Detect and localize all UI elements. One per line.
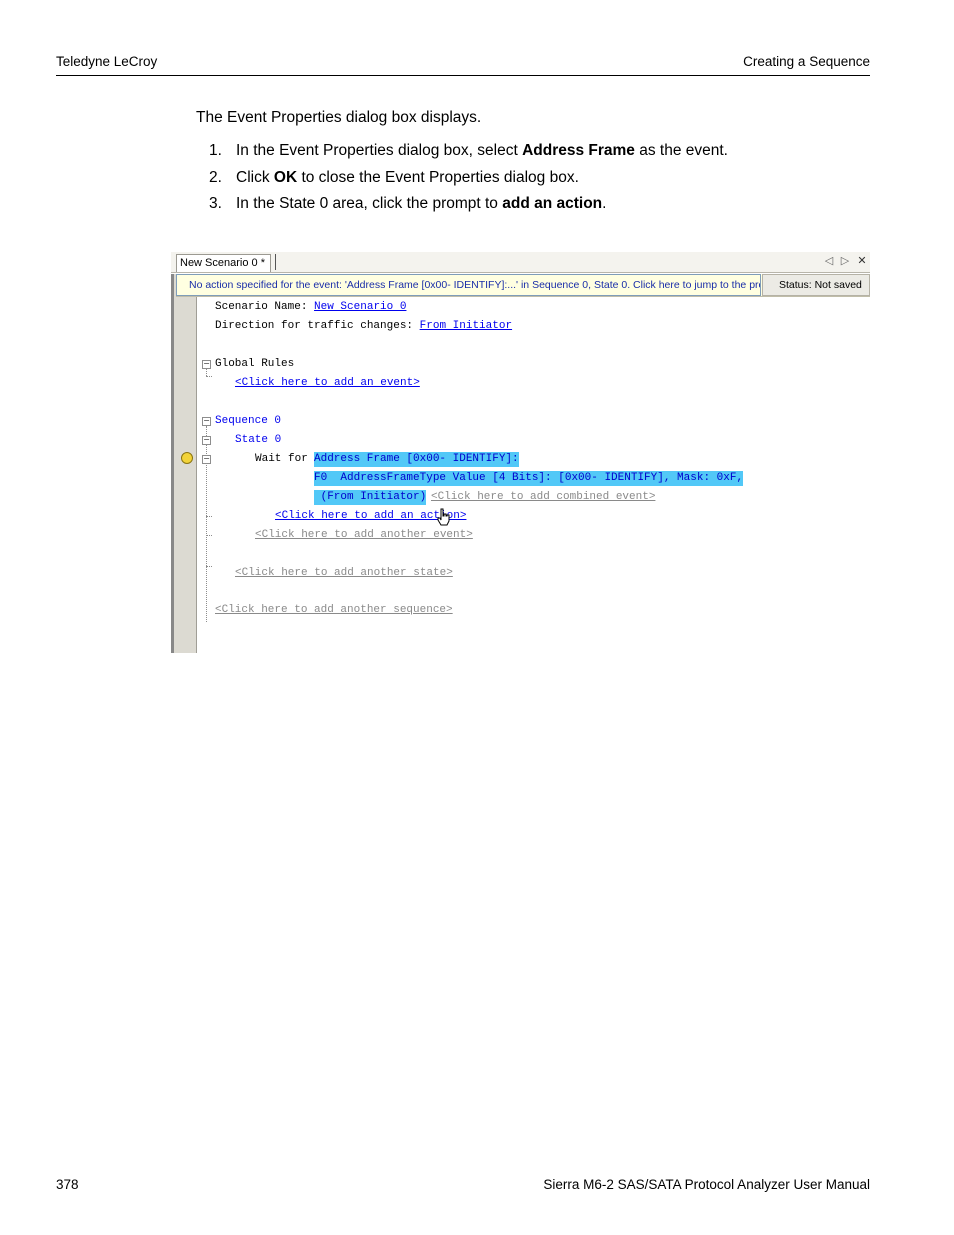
direction-link[interactable]: From Initiator bbox=[420, 320, 512, 332]
sequence-label[interactable]: Sequence 0 bbox=[215, 414, 281, 429]
state-label[interactable]: State 0 bbox=[235, 433, 281, 448]
scenario-name-label: Scenario Name: bbox=[215, 301, 315, 313]
tab-new-scenario[interactable]: New Scenario 0 * bbox=[176, 254, 271, 272]
collapse-sequence-icon[interactable]: − bbox=[202, 417, 211, 426]
add-another-sequence-link[interactable]: <Click here to add another sequence> bbox=[215, 603, 453, 618]
step-number: 1. bbox=[209, 142, 222, 159]
hand-pointer-icon bbox=[437, 508, 450, 526]
step-text: as the event. bbox=[634, 142, 728, 159]
event-line[interactable]: F0 AddressFrameType Value [4 Bits]: [0x0… bbox=[314, 471, 744, 486]
step-emphasis: Address Frame bbox=[522, 142, 635, 159]
step-emphasis: add an action bbox=[502, 195, 603, 212]
global-rules-label: Global Rules bbox=[215, 358, 295, 370]
step-item: 1. In the Event Properties dialog box, se… bbox=[196, 142, 728, 169]
tree-connector bbox=[206, 369, 207, 376]
event-line[interactable]: Address Frame [0x00- IDENTIFY]: bbox=[314, 452, 519, 467]
warning-message[interactable]: No action specified for the event: 'Addr… bbox=[176, 274, 761, 296]
add-another-state-link[interactable]: <Click here to add another state> bbox=[235, 566, 453, 581]
header-rule bbox=[56, 75, 870, 76]
scenario-name-link[interactable]: New Scenario 0 bbox=[314, 301, 406, 313]
wait-for-label: Wait for bbox=[255, 453, 315, 465]
step-list: 1. In the Event Properties dialog box, se… bbox=[196, 142, 728, 222]
step-text: In the State 0 area, click the prompt to bbox=[236, 195, 503, 212]
scenario-tree: Scenario Name: New Scenario 0 Direction … bbox=[197, 296, 870, 653]
step-number: 3. bbox=[209, 195, 222, 212]
step-text: . bbox=[602, 195, 607, 212]
status-indicator: Status: Not saved bbox=[762, 274, 870, 296]
step-text: to close the Event Properties dialog box… bbox=[297, 168, 579, 186]
intro-paragraph: The Event Properties dialog box displays… bbox=[196, 109, 482, 126]
page-number: 378 bbox=[56, 1177, 79, 1192]
add-event-link[interactable]: <Click here to add an event> bbox=[235, 376, 420, 391]
tree-connector bbox=[206, 535, 212, 536]
running-header-section: Creating a Sequence bbox=[743, 54, 870, 69]
collapse-state-icon[interactable]: − bbox=[202, 436, 211, 445]
direction-row: Direction for traffic changes: From Init… bbox=[215, 319, 512, 334]
tree-connector bbox=[206, 376, 212, 377]
scroll-right-icon[interactable]: ▷ bbox=[838, 253, 852, 270]
tree-connector bbox=[206, 566, 212, 567]
tab-bar: New Scenario 0 * ◁ ▷ ✕ bbox=[171, 252, 870, 273]
scenario-name-row: Scenario Name: New Scenario 0 bbox=[215, 300, 406, 315]
event-line[interactable]: (From Initiator) bbox=[314, 490, 427, 505]
direction-label: Direction for traffic changes: bbox=[215, 320, 420, 332]
step-emphasis: OK bbox=[273, 168, 298, 186]
tab-separator bbox=[275, 254, 276, 270]
add-another-event-link[interactable]: <Click here to add another event> bbox=[255, 528, 473, 543]
step-item: 2. Click OK to close the Event Properties… bbox=[196, 169, 728, 196]
manual-title: Sierra M6-2 SAS/SATA Protocol Analyzer U… bbox=[543, 1177, 870, 1192]
step-number: 2. bbox=[209, 168, 222, 186]
breakpoint-marker-icon bbox=[181, 452, 193, 464]
info-bar: No action specified for the event: 'Addr… bbox=[176, 274, 870, 297]
tree-connector bbox=[206, 516, 212, 517]
close-icon[interactable]: ✕ bbox=[855, 253, 869, 270]
step-item: 3. In the State 0 area, click the prompt … bbox=[196, 195, 728, 222]
step-text: In the Event Properties dialog box, sele… bbox=[236, 142, 523, 159]
scroll-left-icon[interactable]: ◁ bbox=[822, 253, 836, 270]
margin-gutter bbox=[171, 274, 196, 653]
scenario-editor-screenshot: New Scenario 0 * ◁ ▷ ✕ No action specifi… bbox=[171, 252, 870, 653]
running-header-company: Teledyne LeCroy bbox=[56, 54, 158, 69]
add-combined-event-link[interactable]: <Click here to add combined event> bbox=[431, 490, 655, 505]
collapse-event-icon[interactable]: − bbox=[202, 455, 211, 464]
collapse-global-rules-icon[interactable]: − bbox=[202, 360, 211, 369]
step-text: Click bbox=[236, 168, 274, 186]
